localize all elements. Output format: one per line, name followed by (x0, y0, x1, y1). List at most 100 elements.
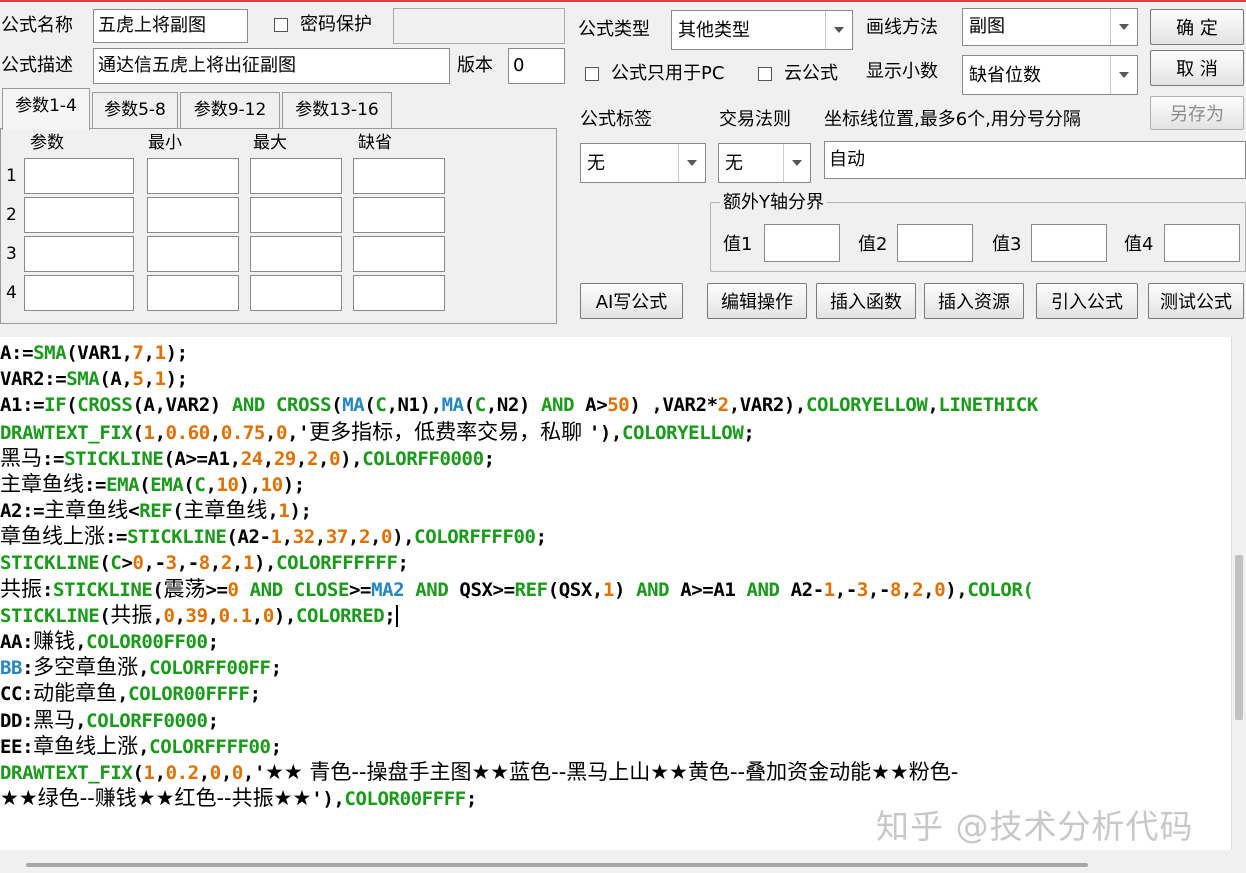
code-editor[interactable]: A:=SMA(VAR1,7,1); VAR2:=SMA(A,5,1); A1:=IF… (0, 337, 1231, 850)
import-formula-button[interactable]: 引入公式 (1036, 283, 1138, 319)
code-token: > (121, 551, 133, 574)
code-line: AA:赚钱,COLOR00FF00; (0, 628, 1038, 654)
code-token: C (194, 473, 206, 496)
code-token: , (295, 447, 307, 470)
code-token: 1 (154, 342, 166, 364)
draw-select[interactable]: 副图 (962, 8, 1138, 46)
rule-select[interactable]: 无 (718, 143, 811, 183)
type-select-value: 其他类型 (678, 20, 750, 41)
code-token: , (75, 631, 87, 654)
password-checkbox[interactable] (274, 18, 288, 32)
ok-button[interactable]: 确 定 (1150, 9, 1244, 45)
decimal-select-value: 缺省位数 (969, 65, 1041, 86)
code-token: , (251, 604, 263, 627)
param2-name-input[interactable] (24, 197, 134, 233)
code-token: CROSS (276, 394, 332, 417)
code-token: (A, (99, 368, 133, 391)
code-token: 主章鱼线 (44, 498, 129, 523)
tab-params-5-8[interactable]: 参数5-8 (92, 92, 178, 128)
code-token: EE: (0, 735, 34, 758)
tab-params-1-4[interactable]: 参数1-4 (2, 88, 90, 130)
insert-function-button[interactable]: 插入函数 (816, 283, 916, 319)
code-token: 0.60 (165, 421, 211, 444)
chevron-down-icon[interactable] (1110, 9, 1137, 45)
name-input[interactable]: 五虎上将副图 (93, 9, 248, 43)
pc-only-checkbox[interactable] (585, 67, 599, 81)
param3-max-input[interactable] (250, 236, 342, 272)
code-token: := (42, 447, 65, 470)
tag-select-value: 无 (587, 153, 605, 174)
code-token: , (209, 551, 221, 574)
insert-resource-button[interactable]: 插入资源 (924, 283, 1024, 319)
param4-min-input[interactable] (147, 275, 239, 311)
code-token: AND (636, 578, 670, 601)
param2-max-input[interactable] (250, 197, 342, 233)
param3-name-input[interactable] (24, 236, 134, 272)
cancel-button[interactable]: 取 消 (1150, 50, 1244, 86)
code-token: 共振 (0, 576, 42, 601)
tab-params-13-16[interactable]: 参数13-16 (282, 92, 392, 128)
cloud-checkbox[interactable] (758, 67, 772, 81)
edit-ops-button[interactable]: 编辑操作 (707, 283, 807, 319)
param3-min-input[interactable] (147, 236, 239, 272)
code-token: 赚钱 (33, 629, 76, 654)
vertical-scroll-thumb[interactable] (1235, 555, 1243, 720)
chevron-down-icon[interactable] (678, 144, 705, 182)
code-token: 1 (602, 578, 614, 601)
ai-write-button[interactable]: AI写公式 (580, 283, 683, 319)
decimal-select[interactable]: 缺省位数 (962, 55, 1138, 95)
vertical-scrollbar[interactable] (1231, 337, 1246, 850)
code-line: EE:章鱼线上涨,COLORFFFF00; (0, 733, 1038, 759)
coord-input[interactable]: 自动 (824, 141, 1246, 179)
param3-default-input[interactable] (353, 236, 445, 272)
desc-input[interactable]: 通达信五虎上将出征副图 (93, 48, 450, 84)
code-token: , (207, 604, 219, 627)
code-token: ; (249, 683, 261, 706)
tab-params-9-12[interactable]: 参数9-12 (180, 92, 280, 128)
val4-input[interactable] (1164, 224, 1240, 262)
code-token: SMA (66, 368, 100, 391)
horizontal-scroll-thumb[interactable] (26, 863, 1088, 867)
tag-select[interactable]: 无 (580, 143, 706, 183)
code-line: A2:=主章鱼线<REF(主章鱼线,1); (0, 497, 1038, 523)
code-token: (A,VAR2) (132, 394, 232, 417)
code-token: COLOR00FFFF (344, 788, 466, 811)
type-select[interactable]: 其他类型 (671, 10, 853, 50)
chevron-down-icon[interactable] (783, 144, 810, 182)
code-token: MA2 (371, 578, 405, 601)
param1-name-input[interactable] (24, 158, 134, 194)
val2-input[interactable] (897, 224, 973, 262)
code-token: 2 (912, 578, 924, 601)
code-token: , (267, 500, 279, 523)
chevron-down-icon[interactable] (1110, 56, 1137, 94)
code-token: ), (392, 526, 415, 549)
code-token: , (138, 657, 150, 680)
val3-input[interactable] (1031, 224, 1107, 262)
code-token: ,' (242, 762, 265, 784)
code-token: , (209, 421, 221, 444)
val1-input[interactable] (764, 224, 840, 262)
param1-max-input[interactable] (250, 158, 342, 194)
param4-default-input[interactable] (353, 275, 445, 311)
test-formula-button[interactable]: 测试公式 (1148, 283, 1244, 319)
code-token: , (205, 473, 217, 496)
code-token: 10 (260, 473, 283, 496)
version-input[interactable]: 0 (508, 48, 565, 84)
code-token: ,- (143, 551, 166, 574)
param2-min-input[interactable] (147, 197, 239, 233)
param2-default-input[interactable] (353, 197, 445, 233)
param1-min-input[interactable] (147, 158, 239, 194)
code-token: ( (331, 394, 343, 417)
param4-max-input[interactable] (250, 275, 342, 311)
code-token: ; (384, 604, 396, 627)
code-token: , (231, 551, 243, 574)
code-line: A1:=IF(CROSS(A,VAR2) AND CROSS(MA(C,N1),… (0, 392, 1038, 418)
param1-default-input[interactable] (353, 158, 445, 194)
param4-name-input[interactable] (24, 275, 134, 311)
val3-label: 值3 (992, 234, 1022, 255)
chevron-down-icon[interactable] (825, 11, 852, 49)
param-row-number: 1 (6, 166, 17, 186)
val4-label: 值4 (1124, 234, 1154, 255)
horizontal-scrollbar[interactable] (0, 850, 1246, 873)
code-token: ( (99, 551, 111, 574)
